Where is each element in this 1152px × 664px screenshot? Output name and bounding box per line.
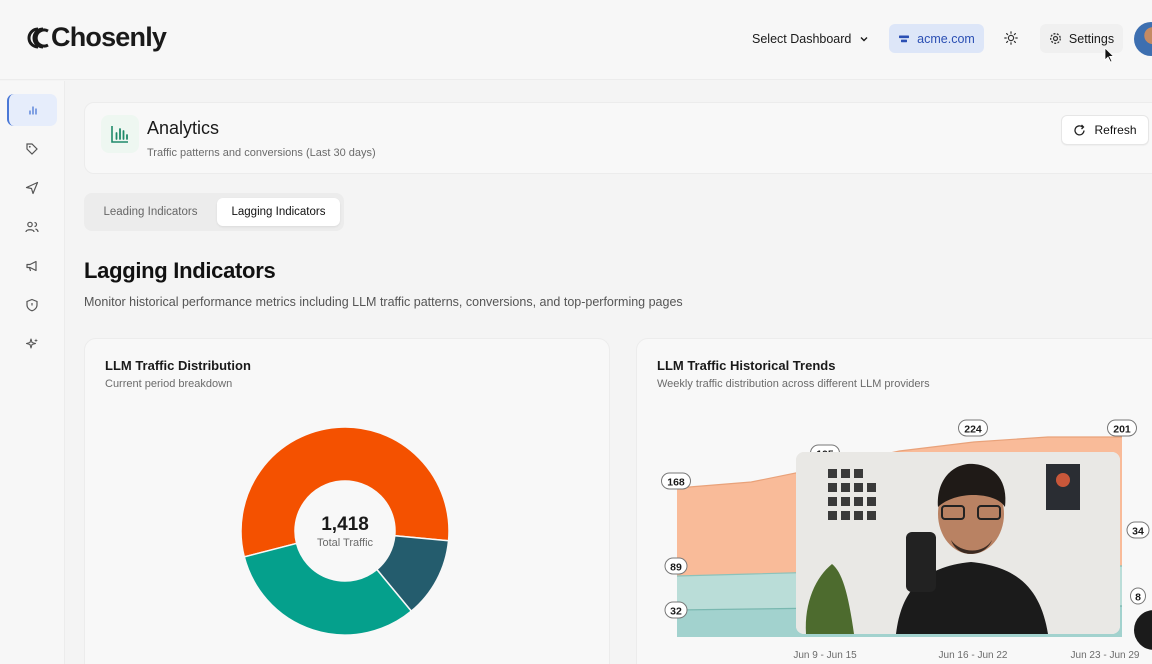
user-avatar[interactable] [1134,22,1152,56]
domain-icon [899,35,910,42]
card-subtitle: Current period breakdown [105,378,233,390]
llm-traffic-distribution-card: LLM Traffic Distribution Current period … [84,338,610,664]
total-traffic-label: Total Traffic [316,537,374,549]
tab-lagging-indicators[interactable]: Lagging Indicators [217,198,340,226]
refresh-label: Refresh [1094,123,1137,137]
users-icon [25,221,39,233]
domain-label: acme.com [917,31,975,46]
analytics-page-icon [101,115,139,153]
svg-text:89: 89 [670,562,682,574]
svg-text:168: 168 [667,477,685,489]
bar-chart-icon [29,106,37,115]
domain-selector-button[interactable]: acme.com [889,24,984,53]
gear-icon [1049,33,1061,44]
svg-text:8: 8 [1135,592,1141,604]
x-axis-label: Jun 9 - Jun 15 [793,650,857,661]
total-traffic-value: 1,418 [321,514,369,535]
settings-label: Settings [1068,31,1115,46]
x-axis-label: Jun 16 - Jun 22 [939,650,1008,661]
donut-slice-2[interactable] [243,542,413,636]
donut-chart: 1,418 Total Traffic [235,421,455,641]
data-label-right-1: 8 [1130,587,1146,605]
select-dashboard-dropdown[interactable]: Select Dashboard [752,29,869,49]
sidebar-item-send[interactable] [7,172,57,204]
webcam-overlay [796,452,1120,634]
data-label-top-2: 201 [1107,419,1137,437]
top-header: Chosenly Select Dashboard acme.com Setti… [0,0,1152,80]
page-title: Analytics [147,118,220,138]
refresh-button[interactable]: Refresh [1061,115,1149,145]
refresh-icon [1074,124,1086,135]
brand-mark-icon [26,26,50,50]
sparkles-icon [25,338,38,349]
sidebar-item-security[interactable] [7,289,57,321]
page-subtitle: Traffic patterns and conversions (Last 3… [147,147,376,159]
data-label-top-1: 224 [958,419,988,437]
data-label-left-0: 168 [661,472,691,490]
select-dashboard-label: Select Dashboard [752,32,852,46]
indicator-tabs: Leading Indicators Lagging Indicators [84,193,344,231]
mouse-cursor-icon [1104,47,1115,63]
section-description: Monitor historical performance metrics i… [84,295,683,309]
data-label-right-0: 34 [1126,521,1150,539]
send-icon [25,181,39,195]
chevron-down-icon [860,37,868,42]
svg-text:32: 32 [670,606,682,618]
svg-text:34: 34 [1132,526,1144,538]
megaphone-icon [26,260,37,272]
x-axis-label: Jun 23 - Jun 29 [1071,650,1140,661]
sidebar-item-tags[interactable] [7,133,57,165]
brand-logo[interactable]: Chosenly [26,22,167,53]
data-label-left-2: 32 [664,601,688,619]
data-label-left-1: 89 [664,557,688,575]
sidebar [0,81,65,664]
sidebar-item-ai[interactable] [7,328,57,360]
brand-name: Chosenly [51,22,167,52]
card-title: LLM Traffic Distribution [105,358,251,373]
sun-icon [1004,31,1018,45]
section-title: Lagging Indicators [84,258,276,283]
svg-text:201: 201 [1113,424,1131,436]
donut-center: 1,418 Total Traffic [235,514,455,549]
tag-icon [26,143,38,155]
sidebar-item-campaigns[interactable] [7,250,57,282]
page-header-card: Analytics Traffic patterns and conversio… [84,102,1152,174]
sidebar-item-users[interactable] [7,211,57,243]
sidebar-item-analytics[interactable] [7,94,57,126]
svg-text:224: 224 [964,424,982,436]
theme-toggle-button[interactable] [1000,27,1022,49]
tab-leading-indicators[interactable]: Leading Indicators [90,198,211,226]
shield-icon [26,298,38,312]
